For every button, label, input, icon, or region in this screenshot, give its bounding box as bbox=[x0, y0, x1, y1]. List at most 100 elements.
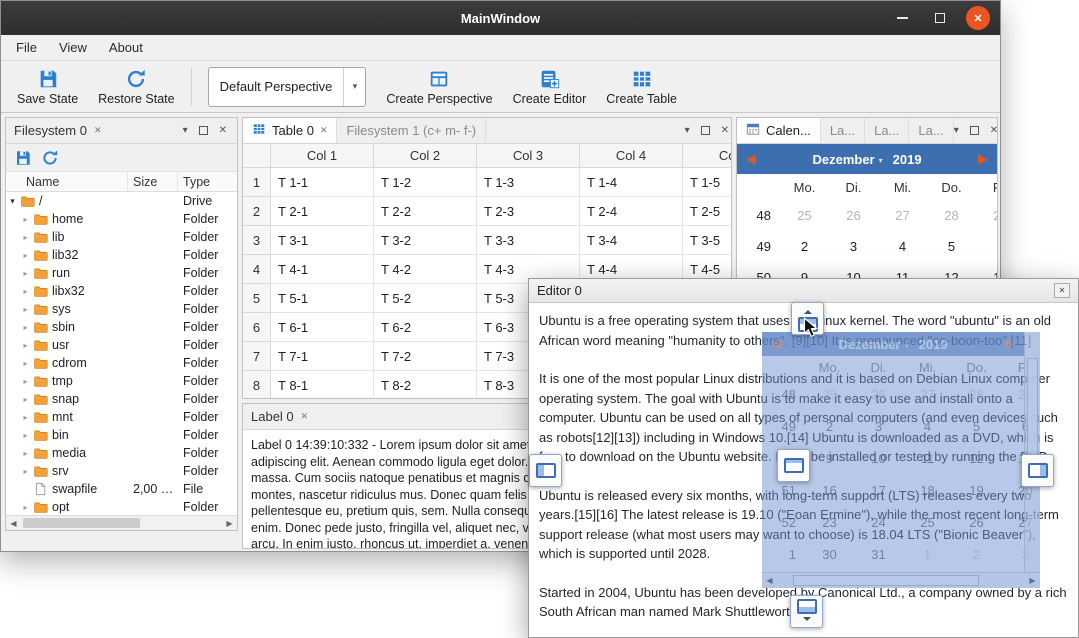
tree-header-name[interactable]: Name bbox=[6, 172, 128, 191]
tree-header-size[interactable]: Size bbox=[128, 172, 178, 191]
tree-row[interactable]: ▸mntFolder bbox=[6, 408, 237, 426]
tree-header[interactable]: Name Size Type bbox=[6, 172, 237, 192]
tree-row[interactable]: ▸sbinFolder bbox=[6, 318, 237, 336]
tree-collapsed-icon[interactable]: ▸ bbox=[19, 287, 32, 296]
menu-item-about[interactable]: About bbox=[98, 36, 154, 59]
tree-collapsed-icon[interactable]: ▸ bbox=[19, 431, 32, 440]
table-cell[interactable]: T 2-1 bbox=[271, 197, 374, 226]
table-cell[interactable]: T 3-5 bbox=[683, 226, 731, 255]
table-cell[interactable]: T 2-5 bbox=[683, 197, 731, 226]
table-cell[interactable]: T 4-1 bbox=[271, 255, 374, 284]
dock-float-icon[interactable] bbox=[970, 126, 979, 135]
calendar-date-cell[interactable]: 3 bbox=[829, 239, 878, 254]
table-cell[interactable]: T 7-2 bbox=[374, 342, 477, 371]
tree-row[interactable]: ▸snapFolder bbox=[6, 390, 237, 408]
calendar-month-button[interactable]: Dezember bbox=[812, 152, 874, 167]
table-cell[interactable]: T 4-2 bbox=[374, 255, 477, 284]
table-cell[interactable]: T 1-5 bbox=[683, 168, 731, 197]
tree-row[interactable]: ▸libx32Folder bbox=[6, 282, 237, 300]
tree-collapsed-icon[interactable]: ▸ bbox=[19, 377, 32, 386]
tree-row[interactable]: ▸usrFolder bbox=[6, 336, 237, 354]
dock-menu-icon[interactable]: ▾ bbox=[685, 126, 690, 136]
tree-collapsed-icon[interactable]: ▸ bbox=[19, 341, 32, 350]
perspective-combobox[interactable]: Default Perspective ▾ bbox=[208, 67, 367, 107]
table-column-header[interactable]: Col 5 bbox=[683, 144, 731, 168]
filesystem-dock-titlebar[interactable]: Filesystem 0 ✕ ▾ ✕ bbox=[6, 118, 237, 144]
table-cell[interactable]: T 1-1 bbox=[271, 168, 374, 197]
table-row-number[interactable]: 5 bbox=[243, 284, 271, 313]
table-column-header[interactable]: Col 2 bbox=[374, 144, 477, 168]
tree-collapsed-icon[interactable]: ▸ bbox=[19, 305, 32, 314]
table-column-header[interactable]: Col 3 bbox=[477, 144, 580, 168]
tree-collapsed-icon[interactable]: ▸ bbox=[19, 233, 32, 242]
table-cell[interactable]: T 2-3 bbox=[477, 197, 580, 226]
drop-indicator-left[interactable] bbox=[529, 454, 562, 487]
tree-row[interactable]: ▾/Drive bbox=[6, 192, 237, 210]
dock-float-icon[interactable] bbox=[199, 126, 208, 135]
calendar-next-icon[interactable]: ▶ bbox=[978, 151, 988, 167]
table-cell[interactable]: T 3-2 bbox=[374, 226, 477, 255]
table-cell[interactable]: T 1-3 bbox=[477, 168, 580, 197]
tree-row[interactable]: ▸optFolder bbox=[6, 498, 237, 516]
table-dock-tab-0[interactable]: Table 0✕ bbox=[243, 118, 337, 143]
drop-indicator-center[interactable] bbox=[777, 449, 810, 482]
create-editor-button[interactable]: Create Editor bbox=[503, 65, 597, 109]
scroll-right-icon[interactable]: ▶ bbox=[222, 519, 237, 528]
table-cell[interactable]: T 8-1 bbox=[271, 371, 374, 398]
table-cell[interactable]: T 3-1 bbox=[271, 226, 374, 255]
dock-menu-icon[interactable]: ▾ bbox=[183, 126, 188, 136]
calendar-date-cell[interactable]: 26 bbox=[829, 208, 878, 223]
table-cell[interactable]: T 2-2 bbox=[374, 197, 477, 226]
calendar-date-cell[interactable]: 2 bbox=[780, 239, 829, 254]
table-cell[interactable]: T 6-2 bbox=[374, 313, 477, 342]
table-row-number[interactable]: 4 bbox=[243, 255, 271, 284]
tree-row[interactable]: ▸tmpFolder bbox=[6, 372, 237, 390]
calendar-dock-tab-1[interactable]: La... bbox=[821, 118, 865, 143]
tree-row[interactable]: ▸mediaFolder bbox=[6, 444, 237, 462]
menu-item-view[interactable]: View bbox=[48, 36, 98, 59]
table-cell[interactable]: T 2-4 bbox=[580, 197, 683, 226]
table-cell[interactable]: T 1-4 bbox=[580, 168, 683, 197]
calendar-prev-icon[interactable]: ◀ bbox=[746, 151, 756, 167]
tree-collapsed-icon[interactable]: ▸ bbox=[19, 413, 32, 422]
tree-row[interactable]: ▸homeFolder bbox=[6, 210, 237, 228]
calendar-date-cell[interactable]: 27 bbox=[878, 208, 927, 223]
scroll-track[interactable] bbox=[21, 516, 222, 530]
tree-header-type[interactable]: Type bbox=[178, 175, 237, 189]
dock-menu-icon[interactable]: ▾ bbox=[954, 126, 959, 136]
editor-titlebar[interactable]: Editor 0 ✕ bbox=[529, 279, 1078, 303]
calendar-date-cell[interactable]: 25 bbox=[780, 208, 829, 223]
window-titlebar[interactable]: MainWindow ✕ bbox=[1, 1, 1000, 35]
table-row-number[interactable]: 6 bbox=[243, 313, 271, 342]
table-cell[interactable]: T 1-2 bbox=[374, 168, 477, 197]
tree-collapsed-icon[interactable]: ▸ bbox=[19, 323, 32, 332]
editor-close-button[interactable]: ✕ bbox=[1054, 283, 1070, 298]
table-cell[interactable]: T 7-1 bbox=[271, 342, 374, 371]
table-row-number[interactable]: 7 bbox=[243, 342, 271, 371]
table-column-header[interactable]: Col 1 bbox=[271, 144, 374, 168]
restore-state-button[interactable]: Restore State bbox=[88, 65, 184, 109]
table-cell[interactable]: T 6-1 bbox=[271, 313, 374, 342]
table-column-header[interactable]: Col 4 bbox=[580, 144, 683, 168]
table-dock-tab-1[interactable]: Filesystem 1 (c+ m- f-) bbox=[337, 118, 486, 143]
calendar-dock-tab-0[interactable]: Calen... bbox=[737, 118, 821, 143]
drop-indicator-bottom[interactable] bbox=[790, 595, 823, 628]
tree-collapsed-icon[interactable]: ▸ bbox=[19, 467, 32, 476]
tree-collapsed-icon[interactable]: ▸ bbox=[19, 251, 32, 260]
fs-restore-icon[interactable] bbox=[41, 149, 59, 167]
dock-float-icon[interactable] bbox=[701, 126, 710, 135]
table-row-number[interactable]: 8 bbox=[243, 371, 271, 398]
calendar-date-cell[interactable]: 5 bbox=[927, 239, 976, 254]
tree-row[interactable]: ▸binFolder bbox=[6, 426, 237, 444]
table-cell[interactable]: T 5-1 bbox=[271, 284, 374, 313]
tree-row[interactable]: swapfile2,00 …File bbox=[6, 480, 237, 498]
table-row-number[interactable]: 2 bbox=[243, 197, 271, 226]
tab-close-icon[interactable]: ✕ bbox=[320, 125, 328, 136]
close-button[interactable]: ✕ bbox=[966, 6, 990, 30]
tree-row[interactable]: ▸cdromFolder bbox=[6, 354, 237, 372]
tree-expanded-icon[interactable]: ▾ bbox=[6, 196, 19, 207]
menu-item-file[interactable]: File bbox=[5, 36, 48, 59]
table-row-number[interactable]: 3 bbox=[243, 226, 271, 255]
table-cell[interactable]: T 3-3 bbox=[477, 226, 580, 255]
fs-save-icon[interactable] bbox=[14, 149, 32, 167]
